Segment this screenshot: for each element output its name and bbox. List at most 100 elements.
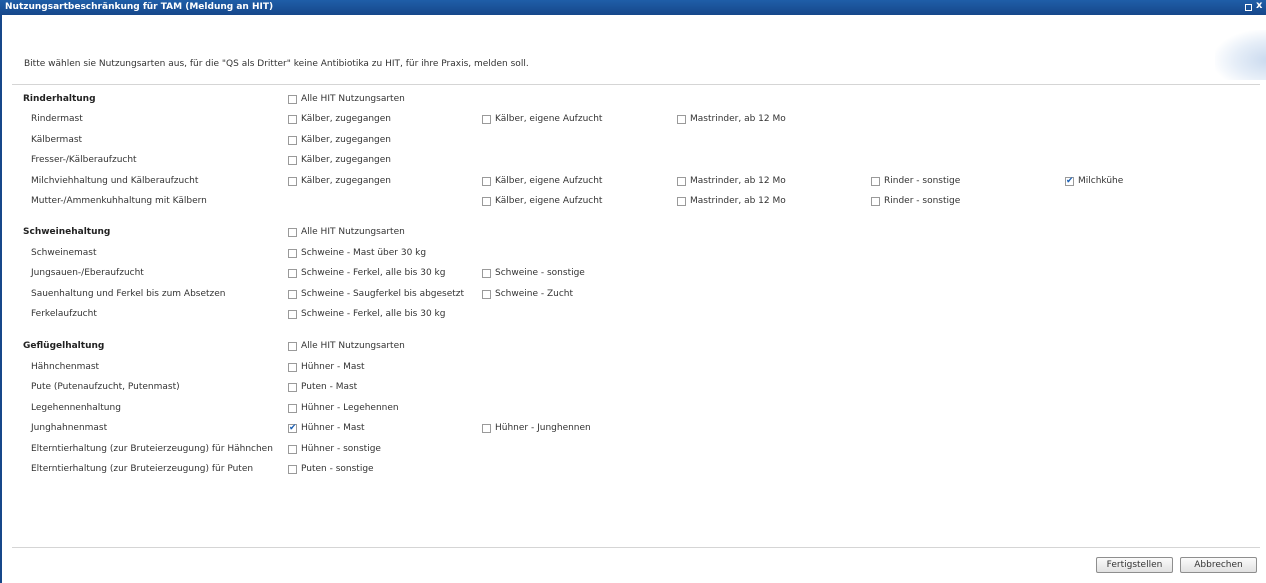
group-label: Rinderhaltung [23, 94, 96, 104]
checkbox[interactable] [288, 341, 297, 351]
checkbox[interactable] [288, 176, 297, 186]
usage-checkbox-option[interactable]: Rinder - sonstige [871, 175, 960, 188]
usage-checkbox-option[interactable]: Puten - sonstige [288, 463, 374, 476]
close-icon[interactable]: x [1256, 0, 1262, 11]
checkbox[interactable] [288, 94, 297, 104]
row-label: Sauenhaltung und Ferkel bis zum Absetzen [31, 289, 226, 299]
row-label: Junghahnenmast [31, 423, 108, 433]
row-label: Elterntierhaltung (zur Bruteierzeugung) … [31, 464, 254, 474]
checkbox[interactable] [482, 114, 491, 124]
usage-checkbox-option[interactable]: Mastrinder, ab 12 Mo [677, 113, 786, 126]
checkbox[interactable] [482, 268, 491, 278]
checkbox-label: Schweine - Saugferkel bis abgesetzt [301, 289, 465, 299]
checkbox-checked[interactable] [1065, 175, 1074, 187]
checkbox[interactable] [288, 289, 297, 299]
checkbox[interactable] [288, 135, 297, 145]
checkbox-label: Hühner - sonstige [301, 444, 381, 454]
usage-checkbox-option[interactable]: Alle HIT Nutzungsarten [288, 340, 405, 353]
checkbox-label: Kälber, eigene Aufzucht [495, 114, 603, 124]
window-border [0, 15, 2, 583]
group-label: Schweinehaltung [23, 227, 111, 237]
checkbox-label: Kälber, zugegangen [301, 176, 391, 186]
row-label: Elterntierhaltung (zur Bruteierzeugung) … [31, 444, 273, 454]
usage-checkbox-option[interactable]: Kälber, eigene Aufzucht [482, 113, 602, 126]
checkbox-label: Milchkühe [1078, 176, 1124, 186]
checkbox-label: Mastrinder, ab 12 Mo [690, 114, 786, 124]
checkbox[interactable] [871, 176, 880, 186]
checkbox[interactable] [288, 248, 297, 258]
usage-checkbox-option[interactable]: Mastrinder, ab 12 Mo [677, 175, 786, 188]
checkbox-label: Schweine - sonstige [495, 268, 585, 278]
checkbox[interactable] [677, 196, 686, 206]
row-label: Legehennenhaltung [31, 403, 121, 413]
row-label: Hähnchenmast [31, 362, 100, 372]
checkbox-label: Alle HIT Nutzungsarten [301, 341, 405, 351]
checkbox-label: Kälber, eigene Aufzucht [495, 196, 603, 206]
row-label: Pute (Putenaufzucht, Putenmast) [31, 382, 180, 392]
checkbox[interactable] [288, 464, 297, 474]
usage-checkbox-option[interactable]: Hühner - Legehennen [288, 402, 399, 415]
usage-checkbox-option[interactable]: Hühner - Mast [288, 361, 365, 374]
checkbox[interactable] [482, 176, 491, 186]
checkbox-label: Schweine - Mast über 30 kg [301, 248, 427, 258]
usage-checkbox-option[interactable]: Hühner - Mast [288, 422, 365, 435]
usage-checkbox-option[interactable]: Alle HIT Nutzungsarten [288, 93, 405, 106]
checkbox-label: Rinder - sonstige [884, 176, 961, 186]
usage-checkbox-option[interactable]: Schweine - Ferkel, alle bis 30 kg [288, 267, 445, 280]
checkbox[interactable] [288, 444, 297, 454]
checkbox-checked[interactable] [288, 422, 297, 434]
checkbox-label: Schweine - Zucht [495, 289, 574, 299]
usage-checkbox-option[interactable]: Mastrinder, ab 12 Mo [677, 195, 786, 208]
checkbox-label: Hühner - Mast [301, 362, 365, 372]
checkbox[interactable] [288, 362, 297, 372]
checkbox-label: Hühner - Junghennen [495, 423, 591, 433]
checkbox[interactable] [288, 268, 297, 278]
usage-checkbox-option[interactable]: Hühner - sonstige [288, 443, 381, 456]
usage-checkbox-option[interactable]: Kälber, eigene Aufzucht [482, 175, 602, 188]
usage-checkbox-option[interactable]: Kälber, zugegangen [288, 175, 391, 188]
checkbox[interactable] [288, 227, 297, 237]
checkbox-label: Puten - Mast [301, 382, 358, 392]
usage-checkbox-option[interactable]: Hühner - Junghennen [482, 422, 591, 435]
usage-checkbox-option[interactable]: Kälber, eigene Aufzucht [482, 195, 602, 208]
instruction-text: Bitte wählen sie Nutzungsarten aus, für … [24, 59, 529, 69]
usage-checkbox-option[interactable]: Kälber, zugegangen [288, 154, 391, 167]
finish-button[interactable]: Fertigstellen [1096, 557, 1173, 573]
maximize-icon[interactable] [1245, 4, 1252, 11]
checkbox-label: Mastrinder, ab 12 Mo [690, 196, 786, 206]
checkbox-label: Alle HIT Nutzungsarten [301, 94, 405, 104]
usage-checkbox-option[interactable]: Puten - Mast [288, 381, 357, 394]
cancel-button[interactable]: Abbrechen [1180, 557, 1257, 573]
usage-checkbox-option[interactable]: Rinder - sonstige [871, 195, 960, 208]
checkbox[interactable] [482, 423, 491, 433]
checkbox[interactable] [871, 196, 880, 206]
checkbox-label: Kälber, zugegangen [301, 114, 391, 124]
usage-checkbox-option[interactable]: Kälber, zugegangen [288, 134, 391, 147]
row-label: Rindermast [31, 114, 83, 124]
header-decoration [1215, 30, 1266, 80]
usage-checkbox-option[interactable]: Milchkühe [1065, 175, 1123, 188]
row-label: Milchviehhaltung und Kälberaufzucht [31, 176, 199, 186]
usage-checkbox-option[interactable]: Kälber, zugegangen [288, 113, 391, 126]
checkbox-label: Puten - sonstige [301, 464, 374, 474]
checkbox[interactable] [482, 196, 491, 206]
usage-checkbox-option[interactable]: Schweine - Ferkel, alle bis 30 kg [288, 308, 445, 321]
usage-checkbox-option[interactable]: Schweine - Mast über 30 kg [288, 247, 426, 260]
usage-checkbox-option[interactable]: Schweine - Saugferkel bis abgesetzt [288, 288, 464, 301]
checkbox[interactable] [288, 309, 297, 319]
checkbox[interactable] [288, 403, 297, 413]
usage-checkbox-option[interactable]: Alle HIT Nutzungsarten [288, 226, 405, 239]
checkbox[interactable] [288, 155, 297, 165]
row-label: Schweinemast [31, 248, 97, 258]
usage-checkbox-option[interactable]: Schweine - sonstige [482, 267, 585, 280]
window-title: Nutzungsartbeschränkung für TAM (Meldung… [5, 2, 274, 12]
row-label: Fresser-/Kälberaufzucht [31, 155, 137, 165]
checkbox[interactable] [482, 289, 491, 299]
checkbox-label: Kälber, eigene Aufzucht [495, 176, 603, 186]
checkbox[interactable] [677, 114, 686, 124]
checkbox-label: Alle HIT Nutzungsarten [301, 227, 405, 237]
checkbox[interactable] [677, 176, 686, 186]
checkbox[interactable] [288, 382, 297, 392]
checkbox[interactable] [288, 114, 297, 124]
usage-checkbox-option[interactable]: Schweine - Zucht [482, 288, 573, 301]
